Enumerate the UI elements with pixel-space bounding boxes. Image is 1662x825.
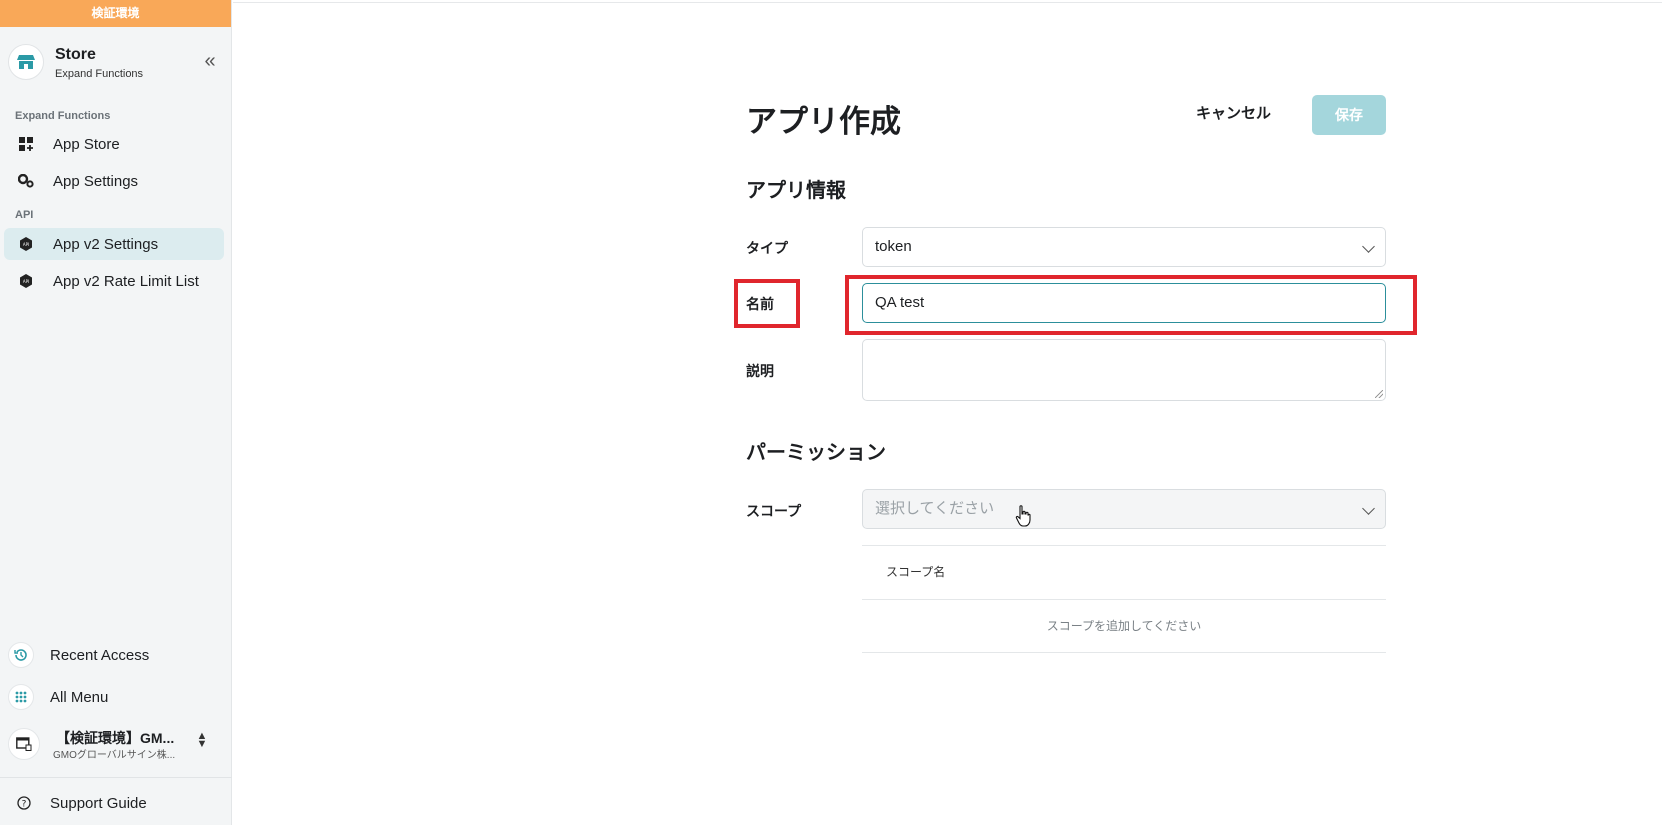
type-label: タイプ: [746, 240, 788, 256]
gears-icon: [18, 173, 34, 189]
svg-text:API: API: [23, 242, 29, 247]
svg-text:?: ?: [22, 800, 27, 810]
section-label-expand-functions: Expand Functions: [15, 110, 111, 122]
organization-switcher[interactable]: 【検証環境】GM... GMOグローバルサイン株... ▲ ▼: [8, 724, 224, 764]
recent-access-link[interactable]: Recent Access: [8, 638, 228, 672]
organization-icon: [8, 728, 40, 760]
grid-plus-icon: [18, 136, 34, 152]
sidebar-divider: [0, 777, 232, 778]
sort-arrows-icon: ▲ ▼: [196, 730, 208, 750]
sidebar-item-label: App Store: [53, 135, 120, 153]
section-title-permission: パーミッション: [746, 442, 886, 464]
environment-banner: 検証環境: [0, 0, 231, 27]
store-title: Store: [55, 46, 96, 63]
store-subtitle: Expand Functions: [55, 68, 144, 80]
type-select-value: token: [875, 238, 912, 255]
all-menu-link[interactable]: All Menu: [8, 680, 228, 714]
sidebar-item-label: App Settings: [53, 172, 139, 190]
scope-select-placeholder: 選択してください: [875, 500, 995, 517]
table-header-border: [862, 599, 1386, 600]
description-label: 説明: [746, 363, 774, 379]
sidebar-item-app-store[interactable]: App Store: [4, 128, 224, 160]
name-input[interactable]: QA test: [862, 283, 1386, 323]
cancel-button[interactable]: キャンセル: [1196, 102, 1271, 123]
name-label: 名前: [746, 296, 774, 312]
top-border: [233, 2, 1662, 3]
recent-access-label: Recent Access: [50, 646, 150, 664]
save-button[interactable]: 保存: [1312, 95, 1386, 135]
chevron-down-icon: [1362, 502, 1375, 515]
all-menu-label: All Menu: [50, 688, 109, 706]
sidebar: 検証環境 Store Expand Functions « Expand Fun…: [0, 0, 232, 825]
history-icon: [8, 642, 34, 668]
collapse-sidebar-icon[interactable]: «: [198, 50, 222, 74]
section-title-app-info: アプリ情報: [746, 180, 846, 202]
scope-select[interactable]: 選択してください: [862, 489, 1386, 529]
store-header: Store Expand Functions «: [8, 44, 224, 84]
type-select[interactable]: token: [862, 227, 1386, 267]
store-icon: [8, 44, 44, 80]
support-guide-label: Support Guide: [50, 794, 147, 812]
scope-name-column-header: スコープ名: [886, 565, 946, 579]
organization-name: 【検証環境】GM...: [56, 730, 175, 746]
hand-cursor-icon: [1015, 505, 1031, 532]
resize-handle-icon[interactable]: [1375, 390, 1383, 398]
api-icon: API: [18, 273, 34, 289]
table-border-bottom: [862, 652, 1386, 653]
sidebar-item-app-v2-rate-limit-list[interactable]: API App v2 Rate Limit List: [4, 265, 224, 297]
page-title: アプリ作成: [746, 104, 901, 139]
name-input-value: QA test: [875, 294, 925, 311]
support-guide-link[interactable]: ? Support Guide: [8, 786, 228, 820]
sidebar-item-app-v2-settings[interactable]: API App v2 Settings: [4, 228, 224, 260]
sidebar-item-label: App v2 Rate Limit List: [53, 272, 199, 290]
description-textarea[interactable]: [862, 339, 1386, 401]
help-icon: ?: [14, 790, 34, 816]
apps-grid-icon: [8, 684, 34, 710]
section-label-api: API: [15, 209, 34, 221]
sidebar-item-app-settings[interactable]: App Settings: [4, 165, 224, 197]
api-icon: API: [18, 236, 34, 252]
table-border-top: [862, 545, 1386, 546]
organization-subtitle: GMOグローバルサイン株...: [53, 750, 176, 761]
scope-label: スコープ: [746, 503, 802, 519]
empty-table-message: スコープを追加してください: [1046, 619, 1202, 633]
svg-text:API: API: [23, 279, 29, 284]
sidebar-item-label: App v2 Settings: [53, 235, 159, 253]
chevron-down-icon: [1362, 240, 1375, 253]
